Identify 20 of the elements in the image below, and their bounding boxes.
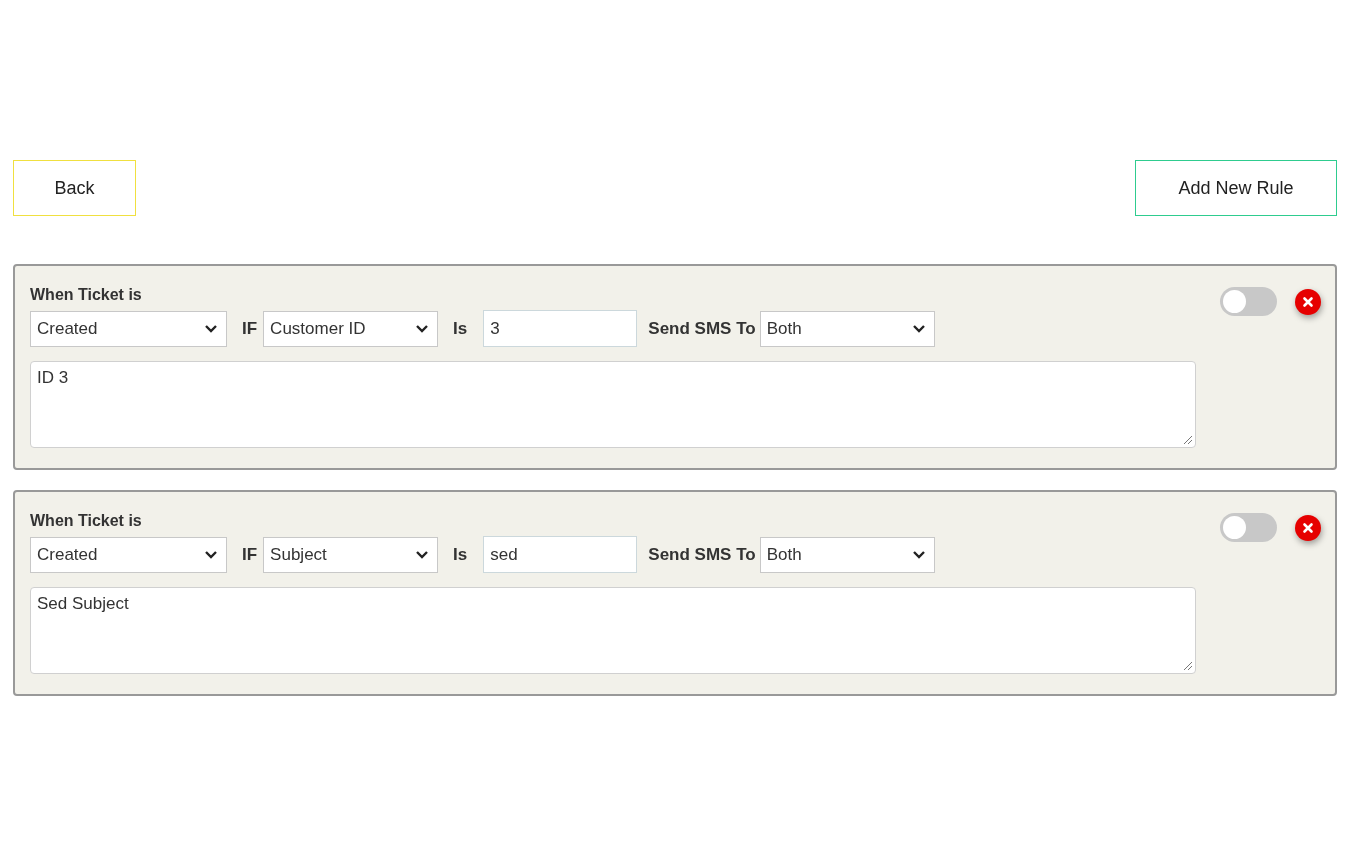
recipient-select[interactable]: Both <box>759 536 935 573</box>
send-sms-label: Send SMS To <box>648 318 756 339</box>
if-label: IF <box>242 318 258 339</box>
rule-title: When Ticket is <box>30 512 143 530</box>
send-sms-label: Send SMS To <box>648 544 756 565</box>
value-field[interactable]: sed <box>483 536 638 573</box>
recipient-select[interactable]: Both <box>759 310 935 347</box>
event-select[interactable]: Created <box>30 310 227 347</box>
field-select[interactable]: Subject <box>263 536 439 573</box>
if-label: IF <box>242 544 258 565</box>
value-field[interactable]: 3 <box>483 310 638 347</box>
message-field[interactable]: Sed Subject <box>30 587 1196 674</box>
add-rule-button[interactable]: Add New Rule <box>1135 160 1337 216</box>
rule-title: When Ticket is <box>30 286 143 304</box>
is-label: Is <box>453 318 468 339</box>
event-select[interactable]: Created <box>30 536 227 573</box>
back-button[interactable]: Back <box>13 160 136 216</box>
message-field[interactable]: ID 3 <box>30 361 1196 448</box>
is-label: Is <box>453 544 468 565</box>
field-select[interactable]: Customer ID <box>263 310 439 347</box>
